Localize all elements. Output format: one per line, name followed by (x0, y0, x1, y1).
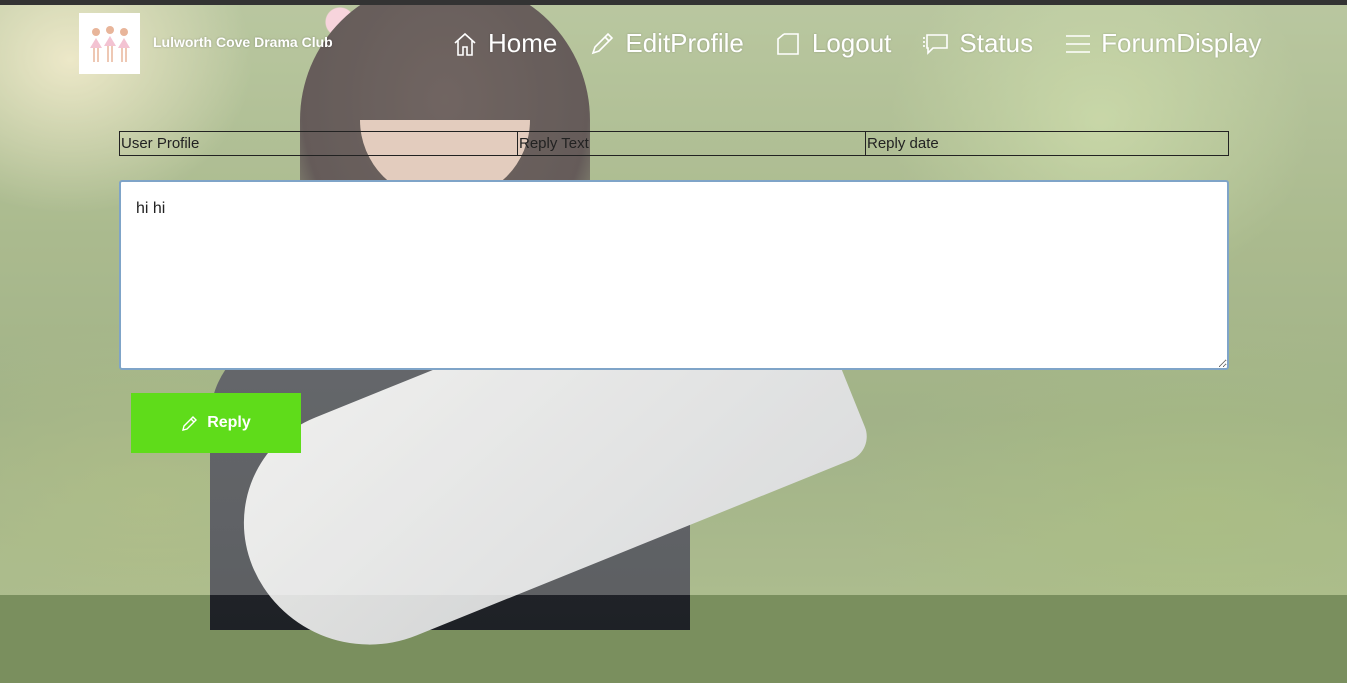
reply-button[interactable]: Reply (131, 393, 301, 453)
club-logo[interactable] (79, 13, 140, 74)
nav-home[interactable]: Home (450, 28, 557, 59)
pencil-icon (182, 416, 198, 431)
column-reply-text: Reply Text (517, 131, 866, 156)
column-user-profile: User Profile (119, 131, 518, 156)
nav-forumdisplay-label: ForumDisplay (1101, 28, 1262, 58)
menu-icon (1066, 34, 1091, 53)
top-bar (0, 0, 1347, 5)
nav-logout-label: Logout (811, 28, 892, 58)
nav-logout[interactable]: Logout (774, 28, 892, 59)
nav-status-label: Status (959, 28, 1034, 58)
table-header-row: User Profile Reply Text Reply date (119, 131, 1229, 156)
home-icon (454, 32, 476, 56)
ballerinas-logo-icon (89, 25, 130, 62)
reply-button-label: Reply (207, 414, 251, 431)
nav-status[interactable]: Status (921, 28, 1033, 59)
brand-name[interactable]: Lulworth Cove Drama Club (153, 34, 333, 50)
replies-table: User Profile Reply Text Reply date (119, 131, 1229, 156)
nav-forumdisplay[interactable]: ForumDisplay (1063, 28, 1261, 59)
logout-icon (777, 32, 799, 55)
nav-home-label: Home (488, 28, 558, 58)
nav-editprofile[interactable]: EditProfile (587, 28, 744, 59)
column-reply-date: Reply date (865, 131, 1229, 156)
pencil-icon (592, 32, 614, 54)
nav-editprofile-label: EditProfile (625, 28, 744, 58)
reply-textarea[interactable] (119, 180, 1229, 370)
chat-icon (923, 33, 949, 55)
main-nav: Home EditProfile Logout Status ForumDisp… (450, 28, 1291, 59)
